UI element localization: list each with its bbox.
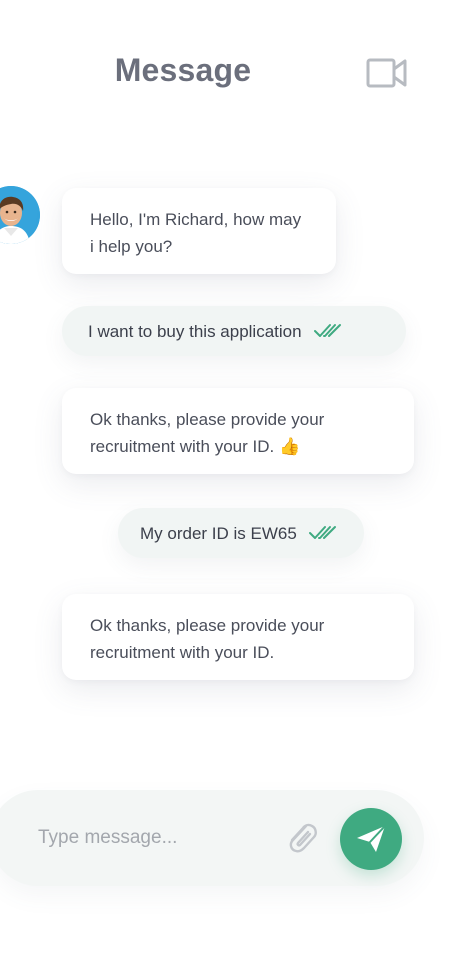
send-button[interactable] bbox=[340, 808, 402, 870]
message-text: Hello, I'm Richard, how may i help you? bbox=[90, 210, 302, 256]
message-text: I want to buy this application bbox=[88, 321, 302, 341]
double-check-icon bbox=[313, 323, 342, 339]
message-incoming: Ok thanks, please provide your recruitme… bbox=[62, 594, 414, 680]
double-check-icon bbox=[308, 525, 337, 541]
message-outgoing: I want to buy this application bbox=[62, 306, 406, 356]
page-title: Message bbox=[114, 52, 252, 88]
message-outgoing: My order ID is EW65 bbox=[118, 508, 364, 558]
message-text: My order ID is EW65 bbox=[140, 523, 297, 543]
avatar[interactable] bbox=[0, 186, 40, 244]
message-incoming: Hello, I'm Richard, how may i help you? bbox=[62, 188, 336, 274]
message-text: Ok thanks, please provide your recruitme… bbox=[90, 616, 325, 662]
message-text: Ok thanks, please provide your recruitme… bbox=[90, 410, 325, 456]
message-composer bbox=[0, 790, 424, 886]
paperclip-icon bbox=[284, 823, 318, 862]
message-incoming: Ok thanks, please provide your recruitme… bbox=[62, 388, 414, 474]
video-camera-icon bbox=[366, 56, 408, 90]
chat-screen: Message Hello, I'm Richard, how may i he… bbox=[0, 0, 468, 954]
attach-button[interactable] bbox=[284, 818, 318, 858]
message-input[interactable] bbox=[36, 820, 260, 856]
video-call-button[interactable] bbox=[366, 56, 408, 90]
